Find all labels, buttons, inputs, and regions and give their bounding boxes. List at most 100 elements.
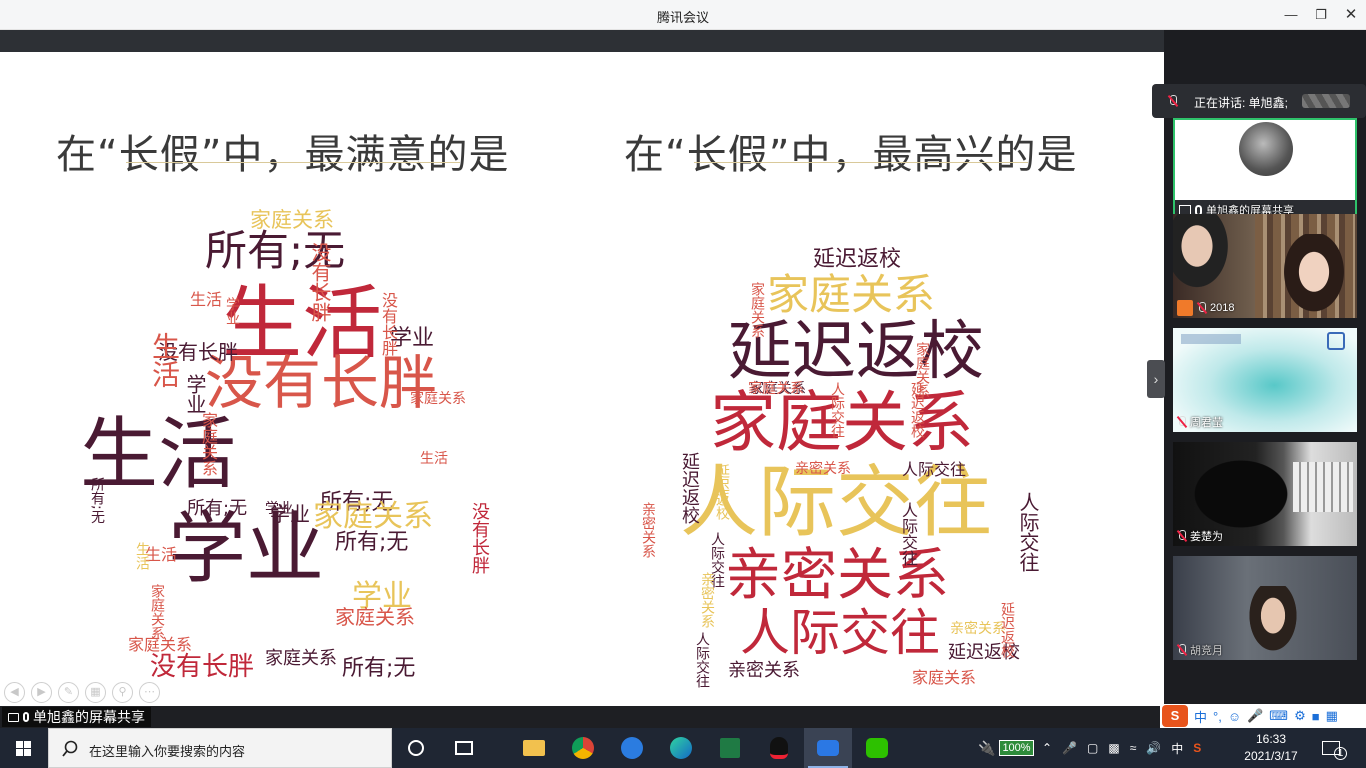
sogou-browser-button[interactable] [608,728,656,768]
participant-name: 2018 [1177,300,1234,316]
chevron-up-icon[interactable]: ⌃ [1042,741,1052,755]
video-person [1279,234,1349,318]
taskbar-search-box[interactable]: 在这里输入你要搜索的内容 [48,728,392,768]
word-cloud-term: 所有;无 [187,498,248,519]
ime-chinese-toggle[interactable]: 中 [1194,707,1207,726]
skin-icon[interactable]: ■ [1312,709,1320,724]
left-word-cloud: 家庭关系 所有;无 学业 生活 没有长胖 生活 没有长胖 学业 生活 所有;无 学业 生活 学业 所有;无… [80,202,500,681]
word-cloud-term: 家庭关系 [265,648,337,669]
keyboard-icon[interactable]: ⌨ [1269,708,1288,724]
sogou-logo-icon[interactable]: S [1162,705,1188,727]
toolbox-icon[interactable]: ▦ [1326,708,1338,724]
word-cloud-term: 人际交往 [694,632,710,688]
word-cloud-term: 人际交往 [902,460,967,479]
battery-level: 100% [999,740,1034,756]
edge-button[interactable] [657,728,705,768]
muted-mic-icon [1168,95,1177,107]
word-cloud-term: 人际交往 [899,502,918,566]
right-heading-divider [694,162,1028,163]
chrome-button[interactable] [559,728,607,768]
share-label-text: 单旭鑫的屏幕共享 [33,709,145,725]
right-slide-heading: 在“长假”中，最高兴的是 [624,132,1078,178]
participant-name: 胡竞月 [1177,642,1223,658]
video-person [1243,586,1303,660]
word-cloud-term: 家庭关系 [313,499,433,534]
wechat-button[interactable] [853,728,901,768]
participant-tile-share[interactable]: 单旭鑫的屏幕共享 [1173,118,1357,222]
excel-button[interactable] [706,728,754,768]
task-view-button[interactable] [440,728,488,768]
battery-indicator[interactable]: 🔌 100% [978,728,1034,768]
participant-name-text: 胡竞月 [1190,645,1223,657]
right-word-cloud: 延迟返校 家庭关系 延迟返校 家庭关系 人际交往 亲密关系 人际交往 家庭关系 人际交往 延迟返校… [630,202,1070,689]
word-cloud-term: 人际交往 [1016,492,1040,572]
title-bar: 腾讯会议 — ❐ ✕ [0,0,1366,30]
volume-icon[interactable]: 🔊 [1146,741,1161,755]
qq-button[interactable] [755,728,803,768]
participant-tile-hu[interactable]: 胡竞月 [1173,556,1357,660]
share-label: 单旭鑫的屏幕共享 [2,707,151,727]
pen-icon[interactable]: ✎ [58,682,79,703]
participant-tile-jiang[interactable]: 姜楚为 [1173,442,1357,546]
qq-icon [770,737,788,759]
zoom-icon[interactable]: ⚲ [112,682,133,703]
screen-share-icon [8,712,19,722]
wechat-icon [866,738,888,758]
word-cloud-term: 家庭关系 [149,584,165,640]
avatar [1239,122,1293,176]
task-view-icon [455,741,473,755]
word-cloud-term: 生活 [420,451,448,467]
participant-tile-2018[interactable]: 2018 [1173,214,1357,318]
chrome-icon [572,737,594,759]
left-slide-heading: 在“长假”中，最满意的是 [56,132,510,178]
participant-tile-zhou[interactable]: 周君莹 [1173,328,1357,432]
microphone-tray-icon[interactable]: 🎤 [1062,741,1077,755]
word-cloud-term: 生活 [134,542,150,570]
tools-icon[interactable]: ⚙ [1294,708,1306,724]
participant-name: 周君莹 [1177,414,1223,430]
word-cloud-term: 家庭关系 [912,668,977,687]
muted-mic-icon [1197,302,1206,314]
collapse-panel-button[interactable]: › [1147,360,1165,398]
shared-screen: 在“长假”中，最满意的是 在“长假”中，最高兴的是 家庭关系 所有;无 学业 生活 没有… [0,30,1164,706]
folder-icon [523,740,545,756]
punctuation-icon[interactable]: °, [1213,709,1222,724]
minimize-button[interactable]: — [1276,0,1306,30]
voice-input-icon[interactable]: 🎤 [1247,708,1263,724]
ime-indicator[interactable]: 中 [1171,740,1183,757]
user-icon [1177,300,1193,316]
tencent-meeting-button[interactable] [804,728,852,768]
slides-icon[interactable]: ▦ [85,682,106,703]
slide-emblem-icon [1327,332,1345,350]
notification-icon [1322,741,1340,755]
notification-center-button[interactable]: 1 [1322,728,1347,768]
cortana-button[interactable] [392,728,440,768]
file-explorer-button[interactable] [510,728,558,768]
next-slide-icon[interactable]: ▶ [31,682,52,703]
restore-button[interactable]: ❐ [1306,0,1336,30]
previous-slide-icon[interactable]: ◀ [4,682,25,703]
word-cloud-term: 家庭关系 [914,342,930,398]
word-cloud-term: 延迟返校 [714,464,730,520]
start-button[interactable] [0,728,48,768]
word-cloud-term: 亲密关系 [795,461,851,477]
word-cloud-term: 家庭关系 [748,381,804,397]
clock[interactable]: 16:33 2021/3/17 [1236,731,1306,765]
sogou-browser-icon [621,737,643,759]
word-cloud-term: 没有长胖 [308,242,332,322]
clock-date: 2021/3/17 [1244,749,1298,763]
close-button[interactable]: ✕ [1336,0,1366,30]
tray-app-icon[interactable]: ▢ [1087,741,1098,755]
word-cloud-term: 家庭关系 [199,412,218,476]
wifi-icon[interactable]: ≈ [1130,741,1137,755]
network-tray-icon[interactable]: ▩ [1108,741,1119,755]
emoji-icon[interactable]: ☺ [1228,709,1241,724]
word-cloud-term: 所有;无 [335,530,409,555]
word-cloud-term: 延迟返校 [813,247,902,272]
participant-name-text: 姜楚为 [1190,531,1223,543]
windows-icon [16,741,31,756]
sogou-tray-icon[interactable]: S [1193,741,1201,755]
more-icon[interactable]: ⋯ [139,682,160,703]
window-title: 腾讯会议 [656,10,709,25]
share-status-bar: 单旭鑫的屏幕共享 [0,706,1164,728]
